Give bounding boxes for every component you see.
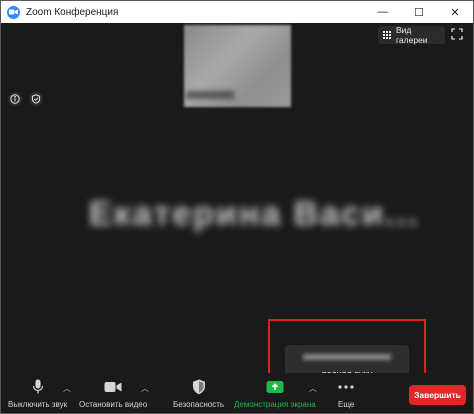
notification-username-blurred	[303, 354, 391, 360]
gallery-view-label: Вид галереи	[396, 25, 428, 45]
thumbnail-name-blurred	[186, 91, 234, 99]
window-controls: — ☐ ✕	[365, 1, 473, 23]
video-options-chevron-up-icon[interactable]: ︿	[141, 383, 149, 394]
security-shield-icon	[192, 379, 206, 395]
mute-label: Выключить звук	[8, 400, 68, 409]
more-button[interactable]: Еще	[338, 379, 354, 409]
security-button[interactable]: Безопасность	[173, 379, 224, 409]
zoom-window: Zoom Конференция — ☐ ✕ Вид галереи Екате…	[0, 0, 474, 414]
maximize-button[interactable]: ☐	[401, 1, 437, 23]
video-area: Вид галереи Екатерина Васи... поднял р	[1, 23, 473, 402]
meeting-info-icon[interactable]	[8, 92, 22, 106]
active-speaker-name: Екатерина Васи...	[89, 195, 420, 233]
encryption-shield-icon[interactable]	[29, 92, 43, 106]
share-options-chevron-up-icon[interactable]: ︿	[309, 383, 317, 394]
grid-icon	[383, 30, 392, 40]
title-bar: Zoom Конференция — ☐ ✕	[1, 1, 473, 23]
gallery-view-button[interactable]: Вид галереи	[378, 25, 445, 45]
stop-video-label: Остановить видео	[79, 400, 148, 409]
audio-options-chevron-up-icon[interactable]: ︿	[63, 383, 71, 394]
end-meeting-button[interactable]: Завершить	[409, 385, 466, 405]
share-screen-button[interactable]: Демонстрация экрана	[234, 379, 316, 409]
fullscreen-icon[interactable]	[450, 28, 464, 42]
window-title: Zoom Конференция	[26, 6, 119, 18]
share-screen-icon	[266, 379, 284, 395]
stop-video-button[interactable]: Остановить видео	[79, 379, 147, 409]
video-camera-icon	[104, 379, 122, 395]
more-label: Еще	[338, 400, 355, 409]
meeting-toolbar: Выключить звук ︿ Остановить видео ︿ Безо…	[1, 373, 473, 413]
security-label: Безопасность	[173, 400, 225, 409]
close-button[interactable]: ✕	[437, 1, 473, 23]
microphone-icon	[32, 379, 44, 395]
participant-thumbnail[interactable]	[184, 25, 291, 107]
minimize-button[interactable]: —	[365, 1, 401, 23]
zoom-logo-icon	[7, 5, 20, 19]
share-screen-label: Демонстрация экрана	[234, 400, 316, 409]
more-icon	[338, 379, 354, 395]
mute-button[interactable]: Выключить звук	[8, 379, 67, 409]
